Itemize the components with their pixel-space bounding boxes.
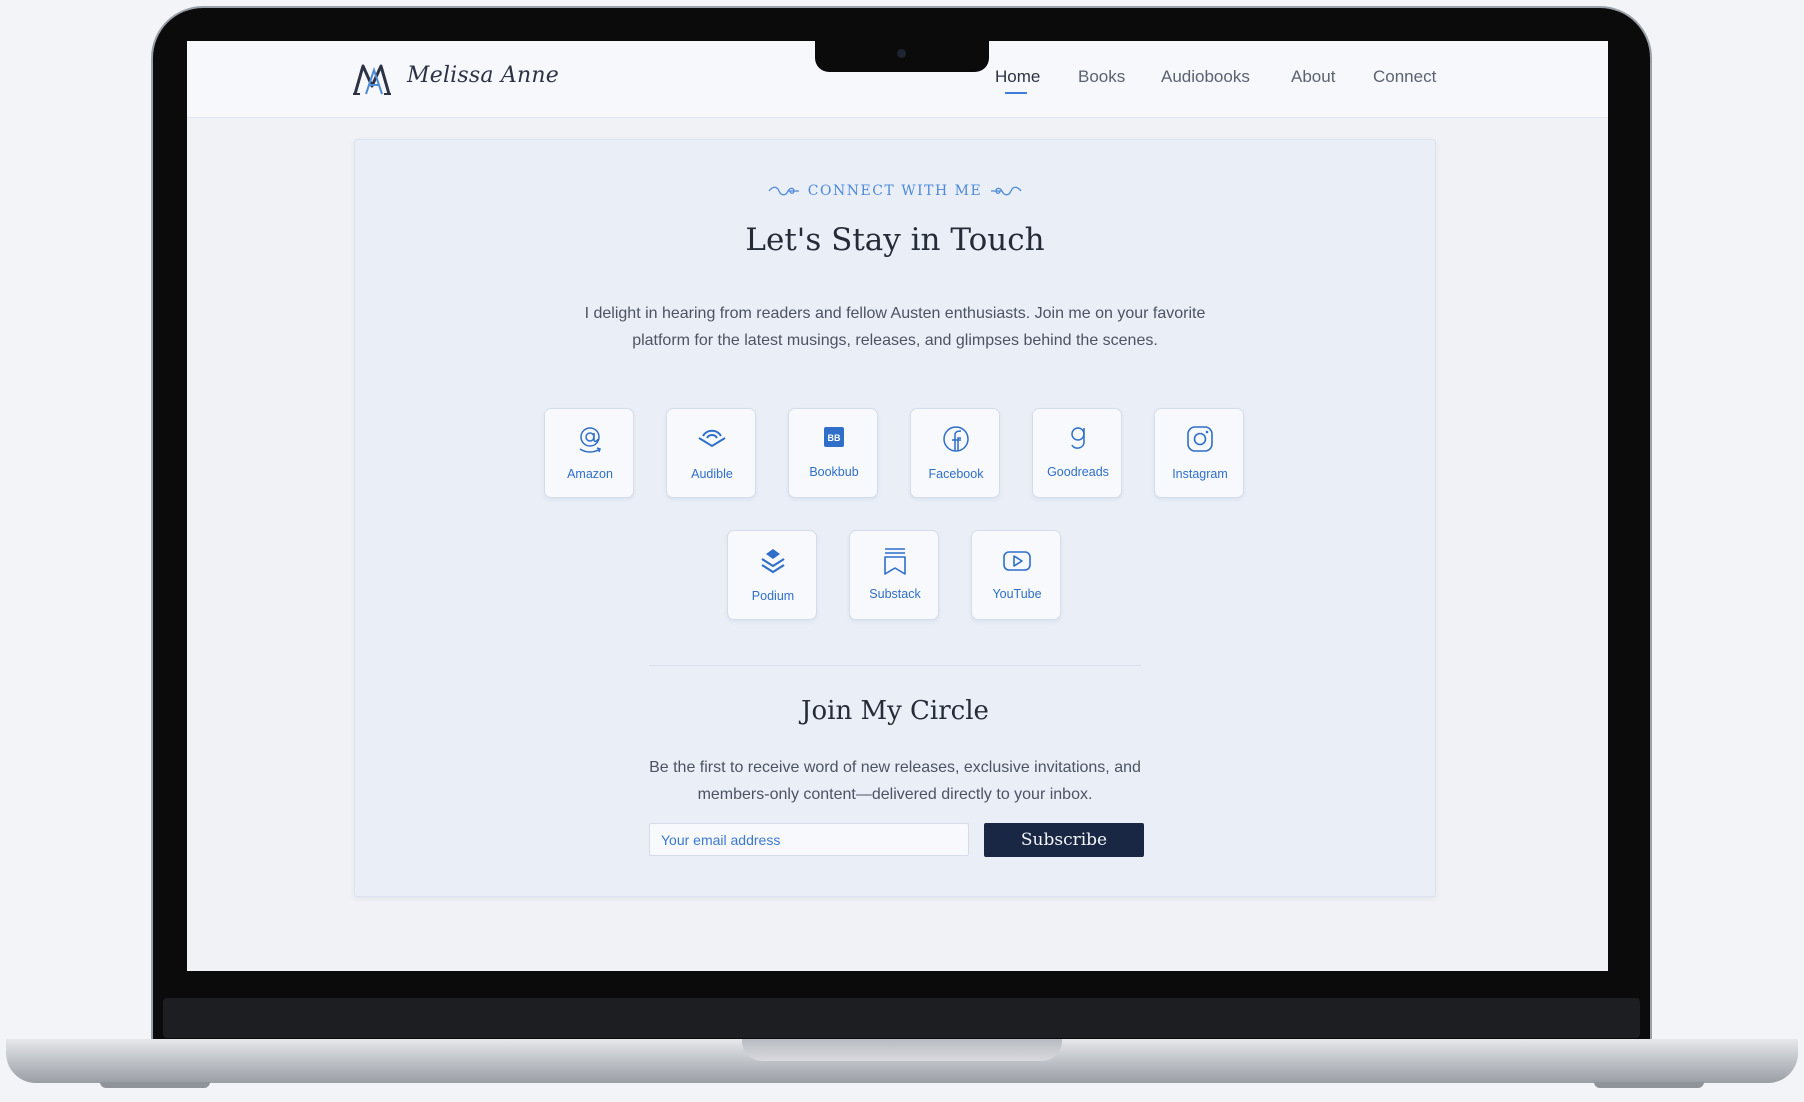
newsletter-description: Be the first to receive word of new rele…: [649, 759, 1141, 803]
laptop-foot-right: [1594, 1082, 1704, 1088]
email-input[interactable]: [649, 823, 969, 856]
platform-label: Instagram: [1172, 467, 1228, 481]
instagram-icon: [1187, 426, 1213, 452]
nav-active-indicator: [1005, 92, 1027, 94]
goodreads-icon: [1071, 427, 1085, 449]
svg-text:BB: BB: [828, 433, 841, 443]
newsletter-title: Join My Circle: [801, 696, 989, 726]
nav-books[interactable]: Books: [1078, 67, 1125, 87]
youtube-icon: [1003, 551, 1031, 571]
camera-icon: [897, 49, 906, 58]
section-eyebrow: CONNECT WITH ME: [355, 183, 1435, 199]
section-intro: I delight in hearing from readers and fe…: [584, 305, 1206, 349]
flourish-right-icon: [991, 186, 1022, 196]
platform-substack[interactable]: Substack: [849, 530, 939, 620]
brand-name[interactable]: Melissa Anne: [407, 63, 559, 88]
website-screen: Melissa Anne Home Books Audiobooks About…: [187, 41, 1608, 971]
laptop-base-notch: [742, 1039, 1062, 1061]
platform-label: Podium: [751, 589, 795, 603]
audible-icon: [698, 429, 726, 448]
subscribe-button[interactable]: Subscribe: [984, 823, 1144, 857]
platform-bookbub[interactable]: BB Bookbub: [788, 408, 878, 498]
platform-goodreads[interactable]: Goodreads: [1032, 408, 1122, 498]
laptop-bezel-bottom: [163, 998, 1640, 1038]
platform-podium[interactable]: Podium: [727, 530, 817, 620]
platform-label: Audible: [691, 467, 733, 481]
platform-instagram[interactable]: Instagram: [1154, 408, 1244, 498]
platform-audible[interactable]: Audible: [666, 408, 756, 498]
nav-home[interactable]: Home: [995, 67, 1040, 87]
section-title: Let's Stay in Touch: [745, 222, 1045, 258]
connect-card: CONNECT WITH ME Let's Stay in Touch I de…: [354, 139, 1436, 897]
facebook-icon: [943, 426, 969, 452]
amazon-icon: [579, 427, 601, 453]
platform-label: YouTube: [992, 587, 1042, 601]
platform-youtube[interactable]: YouTube: [971, 530, 1061, 620]
platform-label: Goodreads: [1047, 465, 1109, 479]
eyebrow-text: CONNECT WITH ME: [807, 183, 983, 199]
platform-label: Facebook: [928, 467, 984, 481]
flourish-left-icon: [768, 186, 799, 196]
monogram-ma-icon[interactable]: [352, 60, 392, 98]
podium-icon: [761, 549, 785, 574]
platform-label: Bookbub: [809, 465, 859, 479]
substack-icon: [884, 548, 906, 575]
platform-label: Amazon: [567, 467, 613, 481]
nav-audiobooks[interactable]: Audiobooks: [1161, 67, 1250, 87]
platform-facebook[interactable]: Facebook: [910, 408, 1000, 498]
bookbub-icon: BB: [824, 427, 844, 447]
laptop-foot-left: [100, 1082, 210, 1088]
platform-amazon[interactable]: Amazon: [544, 408, 634, 498]
section-divider: [649, 665, 1141, 666]
nav-connect[interactable]: Connect: [1373, 67, 1436, 87]
platform-label: Substack: [869, 587, 921, 601]
nav-about[interactable]: About: [1291, 67, 1335, 87]
